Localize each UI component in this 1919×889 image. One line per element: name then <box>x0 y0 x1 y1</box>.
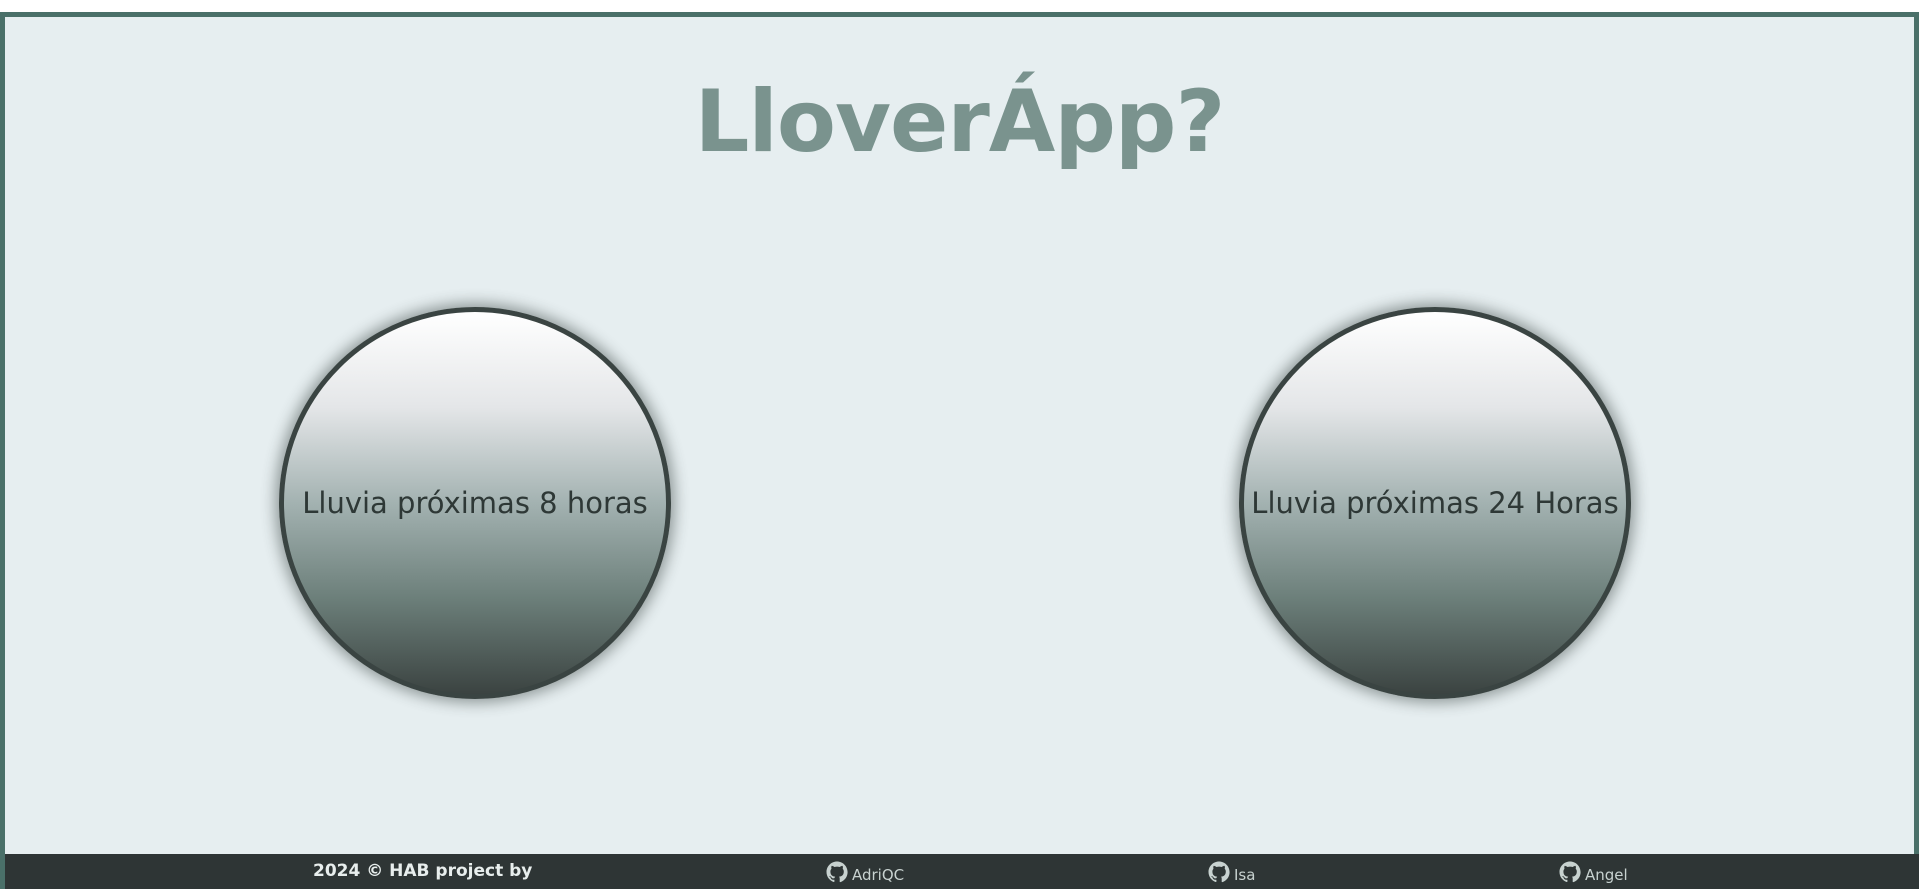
author-link-angel[interactable]: Angel <box>1558 860 1628 884</box>
author-link-isa[interactable]: Isa <box>1207 860 1255 884</box>
app-frame: LloverÁpp? Lluvia próximas 8 horas Lluvi… <box>0 12 1919 889</box>
author-link-adriqc[interactable]: AdriQC <box>825 860 904 884</box>
github-icon <box>1208 861 1230 883</box>
author-name: AdriQC <box>852 866 905 884</box>
author-name: Angel <box>1585 866 1628 884</box>
rain-24-hours-label: Lluvia próximas 24 Horas <box>1251 486 1619 520</box>
rain-8-hours-label: Lluvia próximas 8 horas <box>302 486 648 520</box>
github-icon <box>1559 861 1581 883</box>
rain-24-hours-button[interactable]: Lluvia próximas 24 Horas <box>1239 307 1631 699</box>
github-icon <box>826 861 848 883</box>
author-name: Isa <box>1234 866 1256 884</box>
rain-8-hours-button[interactable]: Lluvia próximas 8 horas <box>279 307 671 699</box>
footer: 2024 © HAB project by AdriQC Isa Angel <box>5 854 1919 889</box>
footer-copyright: 2024 © HAB project by <box>313 861 533 881</box>
page-title: LloverÁpp? <box>694 72 1226 172</box>
